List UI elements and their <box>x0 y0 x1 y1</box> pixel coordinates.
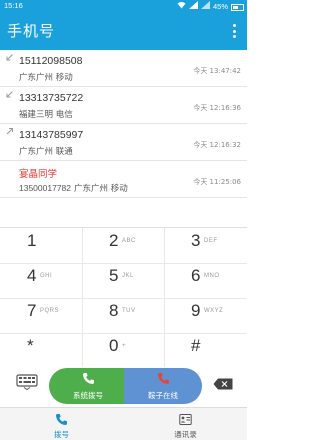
incoming-call-icon <box>6 54 13 61</box>
call-log-list: 15112098508 广东广州 移动 今天 13:47:42 13313735… <box>0 50 247 198</box>
key-digit: * <box>27 336 34 355</box>
title-bar: 手机号 <box>0 12 247 50</box>
net-call-label: 鞍子在线 <box>148 391 178 400</box>
call-time: 今天 12:16:36 <box>193 104 241 112</box>
key-letters: ABC <box>122 238 136 244</box>
call-location: 福建三明 电信 <box>19 110 73 120</box>
dialpad-key-star[interactable]: * <box>0 333 82 361</box>
call-location: 广东广州 移动 <box>19 73 73 83</box>
key-digit: 7 <box>27 301 37 320</box>
call-location: 广东广州 联通 <box>19 147 73 157</box>
phone-icon <box>83 373 94 384</box>
key-digit: 9 <box>191 301 201 320</box>
dialpad-key-4[interactable]: 4 GHI <box>0 263 82 291</box>
dialpad-key-7[interactable]: 7 PQRS <box>0 298 82 326</box>
net-call-button[interactable]: 鞍子在线 <box>124 368 202 404</box>
call-location: 13500017782 广东广州 移动 <box>19 182 128 194</box>
dial-pad: 1 2 ABC 3 DEF 4 GHI 5 JKL 6 MNO 7 PQRS 8 TUV 9W… <box>0 227 247 368</box>
call-number: 13500017782 <box>19 183 72 193</box>
tab-label: 通讯录 <box>174 430 197 439</box>
system-call-button[interactable]: 系统拨号 <box>49 368 127 404</box>
key-digit: 0 <box>109 336 119 355</box>
phone-icon <box>56 414 67 425</box>
dialpad-key-6[interactable]: 6 MNO <box>164 263 246 291</box>
call-location-text: 广东广州 移动 <box>74 184 128 194</box>
call-time: 今天 12:16:32 <box>193 141 241 149</box>
tab-label: 拨号 <box>54 430 69 439</box>
key-letters: MNO <box>204 273 220 279</box>
key-digit: 1 <box>27 231 37 250</box>
call-log-item[interactable]: 15112098508 广东广州 移动 今天 13:47:42 <box>0 50 247 87</box>
tab-contacts[interactable]: 通讯录 <box>124 408 247 440</box>
contact-name: 宴晶同学 <box>19 169 58 180</box>
system-call-label: 系统拨号 <box>73 391 103 400</box>
key-digit: 4 <box>27 266 37 285</box>
key-digit: 6 <box>191 266 201 285</box>
key-digit: 2 <box>109 231 119 250</box>
key-letters: DEF <box>204 238 218 244</box>
dialpad-key-9[interactable]: 9 WXYZ <box>164 298 246 326</box>
key-letters: WXYZ <box>204 308 224 314</box>
status-time: 15:16 <box>4 1 23 10</box>
key-digit: 8 <box>109 301 119 320</box>
dialpad-key-hash[interactable]: # <box>164 333 246 361</box>
signal-icon-2 <box>200 1 210 12</box>
wifi-icon <box>177 1 186 12</box>
call-controls: 系统拨号 鞍子在线 <box>0 367 247 407</box>
dialpad-key-2[interactable]: 2 ABC <box>82 228 164 256</box>
more-options-icon[interactable] <box>227 21 241 41</box>
page-title: 手机号 <box>7 22 56 40</box>
dialpad-key-3[interactable]: 3 DEF <box>164 228 246 256</box>
key-letters: TUV <box>122 308 136 314</box>
key-letters: JKL <box>122 273 134 279</box>
contacts-icon <box>179 414 192 425</box>
key-letters: GHI <box>40 273 53 279</box>
signal-icon <box>188 1 198 12</box>
outgoing-call-icon <box>6 128 13 135</box>
call-time: 今天 11:25:06 <box>193 178 241 186</box>
backspace-icon[interactable] <box>213 378 233 390</box>
incoming-call-icon <box>6 91 13 98</box>
dialpad-key-1[interactable]: 1 <box>0 228 82 256</box>
dialpad-key-0[interactable]: 0 + <box>82 333 164 361</box>
net-phone-icon <box>158 373 169 384</box>
battery-percent: 45% <box>212 2 228 11</box>
key-letters: + <box>122 343 127 349</box>
call-number: 13313735722 <box>19 92 84 104</box>
key-digit: 3 <box>191 231 201 250</box>
call-log-item[interactable]: 13143785997 广东广州 联通 今天 12:16:32 <box>0 124 247 161</box>
bottom-tab-bar: 拨号 通讯录 <box>0 407 247 440</box>
call-log-item[interactable]: 13313735722 福建三明 电信 今天 12:16:36 <box>0 87 247 124</box>
call-time: 今天 13:47:42 <box>193 67 241 75</box>
call-number: 13143785997 <box>19 129 84 141</box>
call-log-item[interactable]: 宴晶同学 13500017782 广东广州 移动 今天 11:25:06 <box>0 161 247 198</box>
key-digit: # <box>191 336 201 355</box>
status-icons: 45% <box>177 1 244 12</box>
dialpad-key-5[interactable]: 5 JKL <box>82 263 164 291</box>
key-digit: 5 <box>109 266 119 285</box>
battery-icon <box>231 3 244 11</box>
tab-dialer[interactable]: 拨号 <box>0 408 123 440</box>
call-number: 15112098508 <box>19 55 83 67</box>
status-bar: 15:16 45% <box>0 0 247 12</box>
key-letters: PQRS <box>40 308 60 314</box>
dialpad-key-8[interactable]: 8 TUV <box>82 298 164 326</box>
keyboard-toggle-icon[interactable] <box>16 374 38 390</box>
